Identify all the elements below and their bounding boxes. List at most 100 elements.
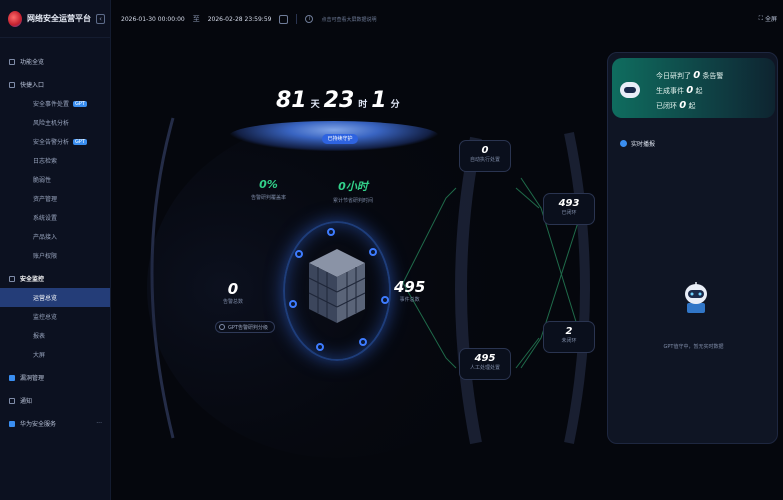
kpi-saved-time-value: 0小时: [338, 180, 368, 193]
date-separator: 至: [192, 15, 200, 23]
sidebar-item-label: 日志检索: [33, 158, 58, 165]
fullscreen-label: 全屏: [764, 16, 777, 23]
app-logo: [8, 10, 22, 27]
sidebar-item[interactable]: 安全监控: [0, 269, 110, 288]
more-icon[interactable]: ···: [96, 420, 102, 427]
auto-dispose-label: 自动执行处置: [469, 157, 500, 163]
manual-dispose-box[interactable]: 495 人工处理处置: [459, 348, 511, 380]
realtime-title-label: 实时播报: [631, 141, 656, 148]
sidebar-item[interactable]: 系统设置: [0, 208, 110, 227]
summary-judged-prefix: 今日研判了: [656, 72, 691, 80]
start-date-input[interactable]: 2026-01-30 00:00:00: [121, 16, 185, 23]
manual-dispose-value: 495: [474, 353, 496, 364]
sidebar-item[interactable]: 安全事件处置 GPT: [0, 94, 110, 113]
ring-node: [369, 248, 377, 256]
sidebar-group-icon: [9, 374, 15, 381]
connector-out-top: [515, 187, 540, 209]
overview-stage: 81 天 23 时 1 分 已持续守护 0% 告警研判覆盖率 0小时 累计节省研…: [111, 38, 604, 500]
sidebar-item[interactable]: 产品接入: [0, 227, 110, 246]
sidebar-nav: 功能全览 快捷入口 安全事件处置 GPT 风险主机分析 安全告警分析 GPT 日志检索 脆弱性资…: [0, 38, 110, 433]
summary-events-value: 0: [686, 85, 694, 96]
sidebar-group-icon: [9, 275, 15, 282]
alert-total-value: 0: [227, 280, 239, 298]
ring-node: [316, 343, 324, 351]
closed-value: 493: [558, 198, 580, 209]
gpt-panel: 今日研判了 0 条告警 生成事件 0 起 已闭环 0 起 实时播报 GPT值守中…: [607, 52, 778, 444]
closed-label: 已闭环: [561, 210, 577, 216]
sidebar-group-icon: [9, 397, 15, 404]
sidebar-group-icon: [9, 81, 15, 88]
kpi-coverage: 0% 告警研判覆盖率: [251, 178, 286, 201]
topbar: 2026-01-30 00:00:00 至 2026-02-28 23:59:5…: [111, 0, 783, 38]
app-title: 网络安全运营平台: [27, 14, 91, 23]
ring-node: [327, 228, 335, 236]
open-label: 未闭环: [561, 338, 577, 344]
sidebar-item[interactable]: 日志检索: [0, 151, 110, 170]
summary-closed-suffix: 起: [688, 102, 696, 110]
sidebar-item-label: 华为安全服务: [20, 421, 57, 428]
sidebar-item[interactable]: 功能全览: [0, 52, 110, 71]
fullscreen-button[interactable]: ⛶ 全屏: [758, 14, 777, 24]
sidebar-item[interactable]: 报表: [0, 326, 110, 345]
closed-box[interactable]: 493 已闭环: [543, 193, 595, 225]
sidebar-item[interactable]: 监控总览: [0, 307, 110, 326]
gpt-badge: GPT: [73, 138, 87, 145]
info-icon[interactable]: i: [305, 15, 314, 23]
data-hint-link[interactable]: 点击可查看大屏数据说明: [321, 16, 376, 23]
sidebar-item[interactable]: 资产管理: [0, 189, 110, 208]
auto-dispose-value: 0: [481, 145, 489, 156]
sidebar-item[interactable]: 大屏: [0, 345, 110, 364]
right-arc-2: [564, 131, 590, 445]
gpt-summary-card: 今日研判了 0 条告警 生成事件 0 起 已闭环 0 起: [612, 58, 775, 118]
alert-total: 0 告警总数: [223, 280, 243, 305]
sidebar-item[interactable]: 账户权限: [0, 246, 110, 265]
calendar-icon[interactable]: [279, 14, 289, 24]
summary-closed-value: 0: [679, 100, 687, 111]
brand: 网络安全运营平台 ‹: [0, 0, 110, 38]
ring-node: [295, 250, 303, 258]
sidebar-item[interactable]: 华为安全服务 ···: [0, 414, 110, 433]
open-box[interactable]: 2 未闭环: [543, 321, 595, 353]
kpi-coverage-label: 告警研判覆盖率: [251, 195, 287, 201]
sidebar-item[interactable]: 快捷入口: [0, 75, 110, 94]
empty-state-text: GPT值守中，暂无实时数据: [663, 344, 724, 350]
summary-line-events: 生成事件 0 起: [656, 85, 702, 96]
running-badge: 已持续守护: [322, 134, 358, 144]
gpt-badge: GPT: [73, 100, 87, 107]
timer-days: 81: [276, 88, 307, 113]
sidebar-item[interactable]: 风险主机分析: [0, 113, 110, 132]
sidebar-item-label: 功能全览: [20, 59, 45, 66]
kpi-coverage-value: 0%: [259, 178, 278, 191]
auto-dispose-box[interactable]: 0 自动执行处置: [459, 140, 511, 172]
timer-days-unit: 天: [310, 100, 320, 110]
sidebar-item-label: 风险主机分析: [33, 120, 70, 127]
sidebar-item-label: 安全事件处置: [33, 101, 70, 108]
sidebar-item-label: 运营总览: [33, 295, 58, 302]
fullscreen-icon: ⛶: [758, 14, 763, 22]
end-date-input[interactable]: 2026-02-28 23:59:59: [208, 16, 272, 23]
sidebar-item[interactable]: 脆弱性: [0, 170, 110, 189]
sidebar-item-label: 安全告警分析: [33, 139, 70, 146]
gpt-grading-chip[interactable]: GPT告警研判分级: [215, 321, 275, 333]
summary-judged-value: 0: [693, 70, 701, 81]
connector-out-bottom: [515, 337, 540, 369]
sidebar-item[interactable]: 运营总览: [0, 288, 110, 307]
summary-closed-prefix: 已闭环: [656, 102, 677, 110]
robot-avatar-icon: [620, 82, 640, 98]
collapse-sidebar-icon[interactable]: ‹: [96, 13, 105, 24]
summary-line-closed: 已闭环 0 起: [656, 100, 695, 111]
sidebar-item-label: 监控总览: [33, 314, 58, 321]
sidebar-item-label: 通知: [20, 398, 33, 405]
sidebar-item[interactable]: 安全告警分析 GPT: [0, 132, 110, 151]
empty-robot-icon: [685, 282, 707, 313]
divider: [296, 14, 298, 24]
sidebar-item-label: 报表: [33, 333, 46, 340]
open-value: 2: [565, 326, 573, 337]
sidebar-item[interactable]: 通知: [0, 391, 110, 410]
sidebar: 网络安全运营平台 ‹ 功能全览 快捷入口 安全事件处置 GPT 风险主机分析 安全告警分析…: [0, 0, 111, 500]
event-total-label: 事件总数: [399, 297, 420, 303]
sidebar-item-label: 脆弱性: [33, 177, 52, 184]
sidebar-item[interactable]: 漏洞管理: [0, 368, 110, 387]
gpt-chip-icon: [219, 324, 225, 330]
alert-total-label: 告警总数: [223, 299, 244, 305]
